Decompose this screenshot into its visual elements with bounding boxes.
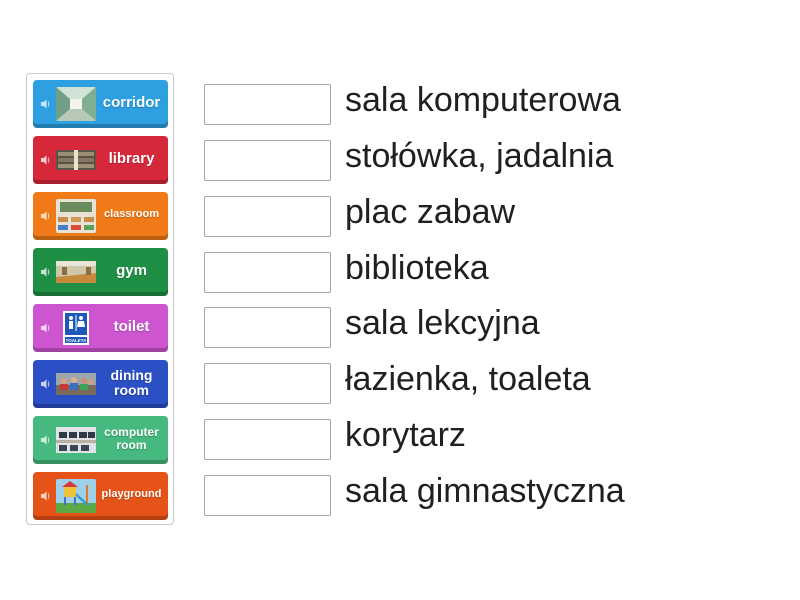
- card-toilet[interactable]: TOALETA toilet: [33, 304, 168, 352]
- target-word: sala lekcyjna: [345, 304, 540, 342]
- target-word: sala komputerowa: [345, 81, 621, 119]
- library-photo: [56, 143, 96, 177]
- card-label: classroom: [103, 208, 160, 221]
- drop-slot[interactable]: [204, 140, 331, 181]
- card-label: corridor: [102, 94, 161, 112]
- toilet-sign: TOALETA: [56, 311, 96, 345]
- speaker-icon[interactable]: [38, 210, 54, 222]
- speaker-icon[interactable]: [38, 378, 54, 390]
- card-computer-room[interactable]: computer room: [33, 416, 168, 464]
- card-gym[interactable]: gym: [33, 248, 168, 296]
- card-playground[interactable]: playground: [33, 472, 168, 520]
- card-dining-room[interactable]: dining room: [33, 360, 168, 408]
- card-label: playground: [101, 488, 162, 501]
- playground-photo: [56, 479, 96, 513]
- corridor-photo: [56, 87, 96, 121]
- card-library[interactable]: library: [33, 136, 168, 184]
- speaker-icon[interactable]: [38, 266, 54, 278]
- computer-room-photo: [56, 423, 96, 457]
- answer-tray: corridor library classroom gym TOALETA t…: [26, 73, 174, 525]
- target-word: biblioteka: [345, 249, 489, 287]
- speaker-icon[interactable]: [38, 322, 54, 334]
- card-label: gym: [116, 262, 147, 280]
- drop-slot[interactable]: [204, 252, 331, 293]
- card-label: toilet: [113, 318, 150, 336]
- target-word: stołówka, jadalnia: [345, 137, 614, 175]
- target-word: plac zabaw: [345, 193, 516, 231]
- drop-slot[interactable]: [204, 307, 331, 348]
- drop-slot[interactable]: [204, 196, 331, 237]
- card-label: dining room: [110, 367, 153, 398]
- classroom-photo: [56, 199, 96, 233]
- speaker-icon[interactable]: [38, 434, 54, 446]
- drop-slot[interactable]: [204, 419, 331, 460]
- speaker-icon[interactable]: [38, 154, 54, 166]
- card-classroom[interactable]: classroom: [33, 192, 168, 240]
- card-label: library: [108, 150, 155, 168]
- card-corridor[interactable]: corridor: [33, 80, 168, 128]
- target-word: sala gimnastyczna: [345, 472, 625, 510]
- speaker-icon[interactable]: [38, 490, 54, 502]
- gym-photo: [56, 255, 96, 289]
- card-label: computer room: [104, 425, 159, 452]
- svg-text:TOALETA: TOALETA: [66, 338, 88, 343]
- drop-slot[interactable]: [204, 84, 331, 125]
- target-word: łazienka, toaleta: [345, 360, 591, 398]
- dining-room-photo: [56, 367, 96, 401]
- drop-slot[interactable]: [204, 475, 331, 516]
- drop-slot[interactable]: [204, 363, 331, 404]
- target-word: korytarz: [345, 416, 466, 454]
- speaker-icon[interactable]: [38, 98, 54, 110]
